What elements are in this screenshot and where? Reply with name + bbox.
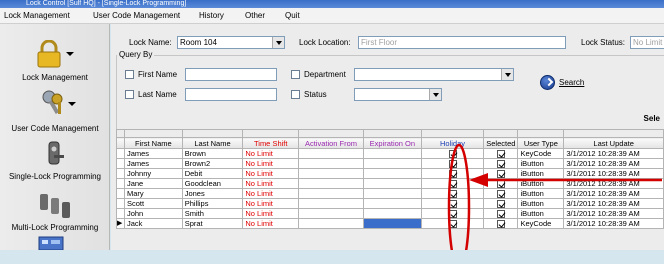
holiday-highlight-ellipse bbox=[447, 143, 471, 264]
arrow-left-icon bbox=[469, 173, 488, 187]
annotation-overlay bbox=[447, 143, 662, 264]
bottom-strip bbox=[0, 250, 664, 264]
